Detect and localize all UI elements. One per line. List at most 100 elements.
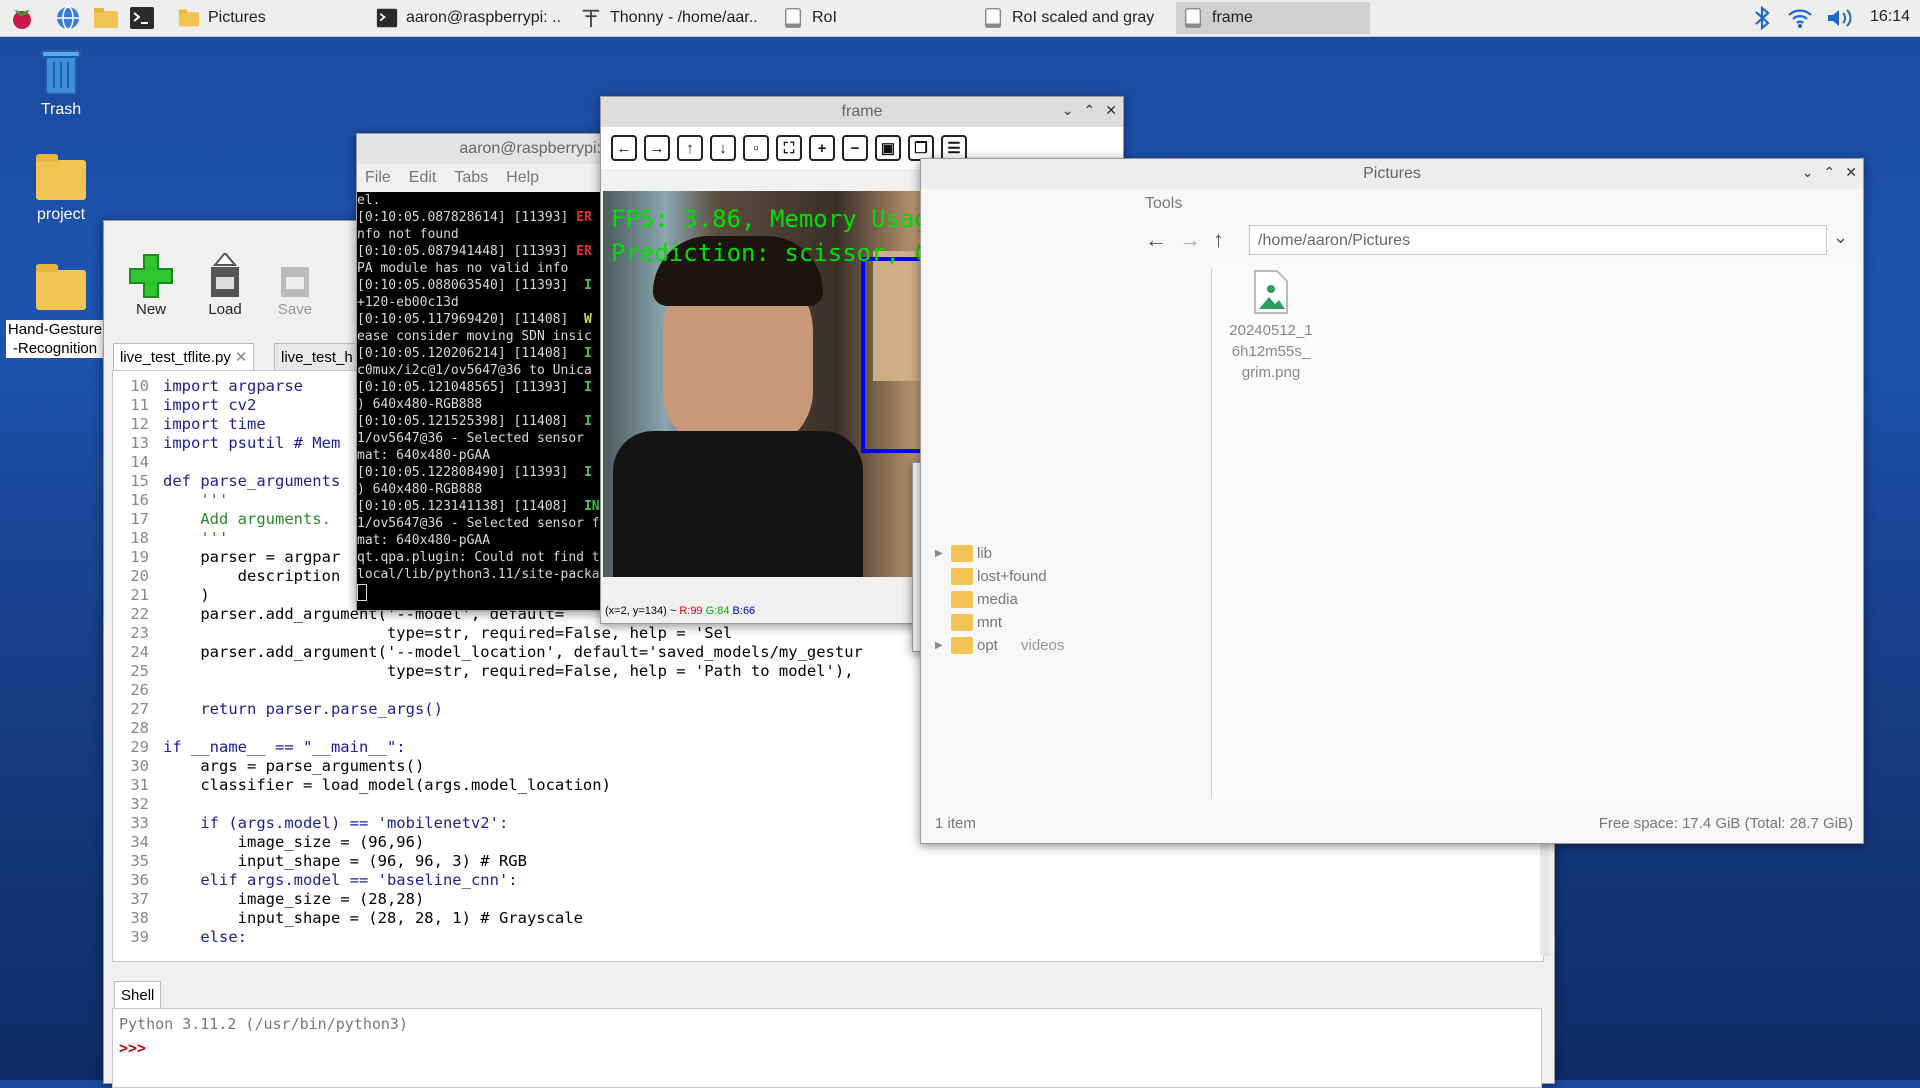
- task-frame[interactable]: frame: [1176, 2, 1370, 34]
- terminal-line: mat: 640x480-pGAA: [357, 447, 607, 464]
- tree-item-media[interactable]: media: [935, 588, 1018, 610]
- terminal-menubar: File Edit Tabs Help: [357, 164, 607, 192]
- terminal-line: 1/ov5647@36 - Selected sensor f: [357, 515, 607, 532]
- desktop-icon-label: Trash: [40, 101, 82, 118]
- file-manager-title: Pictures: [1363, 165, 1421, 182]
- terminal-title: aaron@raspberrypi:: [459, 140, 601, 157]
- close-icon[interactable]: ✕: [1105, 102, 1117, 119]
- editor-tab-live-test-tflite[interactable]: live_test_tflite.py ✕: [113, 343, 255, 370]
- save-button[interactable]: Save: [260, 251, 330, 318]
- desktop-icon-project[interactable]: project: [6, 154, 116, 224]
- folder-icon: [36, 154, 86, 200]
- folder-icon: [178, 9, 200, 27]
- folder-icon: [951, 544, 973, 562]
- path-bar[interactable]: /home/aaron/Pictures: [1249, 225, 1827, 255]
- nav-forward-icon[interactable]: →: [1179, 227, 1201, 253]
- zoom-fit-icon[interactable]: ⛶: [776, 135, 802, 161]
- menu-tools[interactable]: Tools: [1145, 195, 1182, 213]
- shell-tab[interactable]: Shell: [114, 981, 162, 1008]
- menu-edit[interactable]: Edit: [409, 169, 437, 187]
- nav-up-icon[interactable]: ↑: [1213, 227, 1224, 253]
- terminal-text: [0:10:05.088063540] [11393]: [357, 278, 584, 293]
- frame-titlebar[interactable]: frame ⌄ ⌃ ✕: [601, 97, 1123, 127]
- bluetooth-icon[interactable]: [1748, 4, 1776, 32]
- terminal-icon: [376, 8, 398, 28]
- tree-item-lost-found[interactable]: lost+found: [935, 565, 1047, 587]
- terminal-text: [0:10:05.117969420] [11408]: [357, 312, 584, 327]
- tree-item-lib[interactable]: ▶ lib: [935, 542, 992, 564]
- maximize-icon[interactable]: ⌃: [1084, 102, 1096, 119]
- shell-console[interactable]: Python 3.11.2 (/usr/bin/python3) >>>: [112, 1008, 1542, 1088]
- zoom-out-icon[interactable]: −: [842, 135, 868, 161]
- file-manager-icon[interactable]: [92, 4, 120, 32]
- status-space: Free space: 17.4 GiB (Total: 28.7 GiB): [1598, 815, 1853, 832]
- editor-tab-live-test-h[interactable]: live_test_h: [274, 343, 360, 370]
- line-number: 24: [130, 643, 149, 661]
- tree-label: media: [977, 590, 1018, 608]
- minimize-icon[interactable]: ⌄: [1802, 164, 1814, 181]
- pan-up-icon[interactable]: ↑: [677, 135, 703, 161]
- line-number: 11: [130, 396, 149, 414]
- desktop-icon-trash[interactable]: Trash: [6, 48, 116, 119]
- pan-right-icon[interactable]: →: [644, 135, 670, 161]
- save-icon: [281, 267, 309, 297]
- terminal-line: el.: [357, 192, 607, 209]
- terminal-line: mat: 640x480-pGAA: [357, 532, 607, 549]
- code-text: ''': [163, 491, 229, 509]
- tree-item-mnt[interactable]: mnt: [935, 611, 1002, 633]
- code-text: parser.add_argument('--model_location', …: [163, 643, 863, 661]
- new-button[interactable]: New: [116, 251, 186, 318]
- terminal-text: el.: [357, 193, 381, 208]
- terminal-line: [0:10:05.117969420] [11408] W: [357, 311, 607, 328]
- task-terminal[interactable]: aaron@raspberrypi: ..: [370, 2, 570, 34]
- path-dropdown-icon[interactable]: ⌄: [1833, 227, 1848, 248]
- pan-left-icon[interactable]: ←: [611, 135, 637, 161]
- terminal-line: c0mux/i2c@1/ov5647@36 to Unica: [357, 362, 607, 379]
- file-item[interactable]: 20240512_1 6h12m55s_ grim.png: [1221, 269, 1321, 383]
- line-number: 20: [130, 567, 149, 585]
- code-line: 38 input_shape = (28, 28, 1) # Grayscale: [113, 909, 1543, 928]
- desktop-icon-hand-gesture[interactable]: Hand-Gesture-Recognition-...: [6, 264, 116, 358]
- terminal-text: mat: 640x480-pGAA: [357, 448, 491, 463]
- log-level-tag: I: [583, 465, 592, 480]
- pan-down-icon[interactable]: ↓: [710, 135, 736, 161]
- menu-help[interactable]: Help: [506, 169, 539, 187]
- task-label: frame: [1212, 9, 1253, 26]
- line-number: 34: [130, 833, 149, 851]
- folder-icon: [36, 264, 86, 310]
- minimize-icon[interactable]: ⌄: [1062, 102, 1074, 119]
- file-name: 20240512_1 6h12m55s_ grim.png: [1229, 322, 1313, 381]
- browser-icon[interactable]: [54, 4, 82, 32]
- task-thonny[interactable]: Thonny - /home/aar..: [574, 2, 774, 34]
- expand-arrow-icon[interactable]: ▶: [935, 640, 951, 651]
- shell-prompt: >>>: [119, 1039, 147, 1057]
- nav-back-icon[interactable]: ←: [1145, 227, 1167, 253]
- volume-icon[interactable]: [1826, 4, 1854, 32]
- task-pictures[interactable]: Pictures: [172, 2, 362, 34]
- terminal-icon[interactable]: [128, 4, 156, 32]
- load-button[interactable]: Load: [190, 251, 260, 318]
- terminal-titlebar[interactable]: aaron@raspberrypi:: [357, 134, 607, 164]
- clock[interactable]: 16:14: [1870, 8, 1910, 26]
- save-image-icon[interactable]: ▣: [875, 135, 901, 161]
- status-bar: 1 item Free space: 17.4 GiB (Total: 28.7…: [921, 809, 1863, 841]
- task-roi-scaled[interactable]: RoI scaled and gray: [976, 2, 1176, 34]
- tree-item-opt[interactable]: ▶ opt: [935, 634, 998, 656]
- expand-arrow-icon[interactable]: ▶: [935, 548, 951, 559]
- close-icon[interactable]: ✕: [1845, 164, 1857, 181]
- raspberry-menu-icon[interactable]: [8, 4, 36, 32]
- maximize-icon[interactable]: ⌃: [1824, 164, 1836, 181]
- close-icon[interactable]: ✕: [235, 348, 248, 366]
- task-roi[interactable]: RoI: [776, 2, 976, 34]
- terminal-line: +120-eb00c13d: [357, 294, 607, 311]
- menu-file[interactable]: File: [365, 169, 391, 187]
- zoom-original-icon[interactable]: ▫: [743, 135, 769, 161]
- terminal-output[interactable]: el. [0:10:05.087828614] [11393] ER nfo not…: [357, 192, 607, 610]
- zoom-in-icon[interactable]: +: [809, 135, 835, 161]
- plus-icon: [129, 254, 173, 298]
- file-manager-titlebar[interactable]: Pictures ⌄ ⌃ ✕: [921, 159, 1863, 189]
- tree-item-partial: videos: [1021, 637, 1064, 654]
- menu-tabs[interactable]: Tabs: [454, 169, 488, 187]
- code-text: type=str, required=False, help = 'Sel: [163, 624, 733, 642]
- wifi-icon[interactable]: [1786, 4, 1814, 32]
